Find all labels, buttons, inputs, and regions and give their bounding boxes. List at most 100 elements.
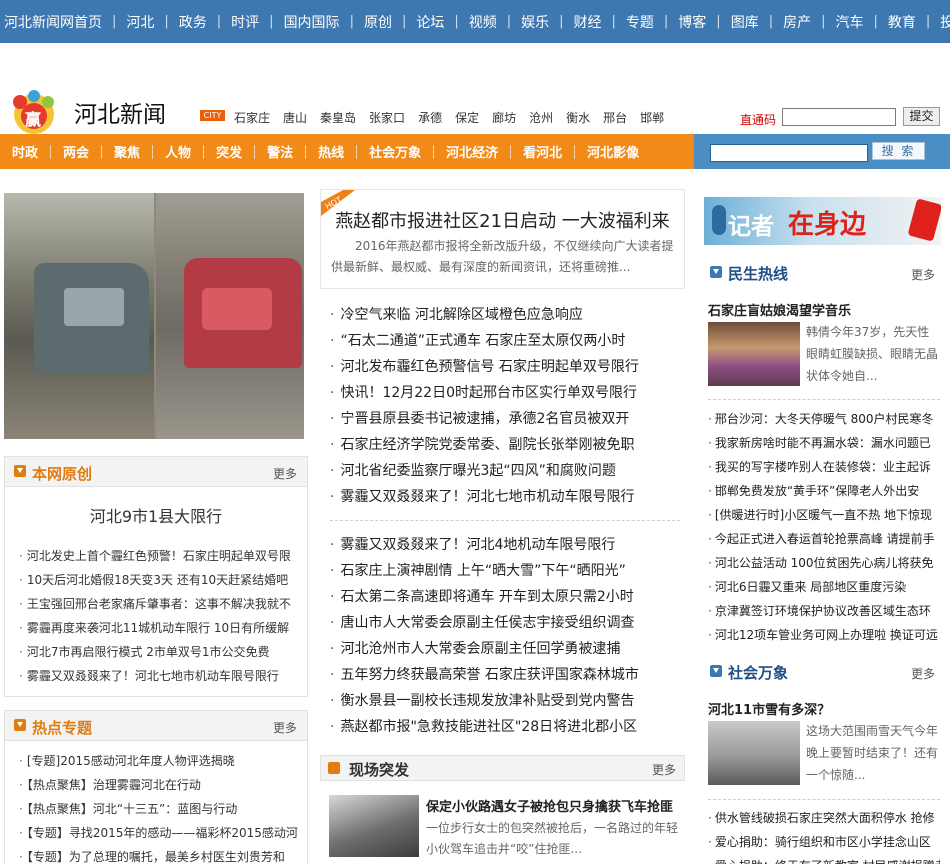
- city-link[interactable]: 衡水: [566, 109, 590, 126]
- main-nav-item[interactable]: 时政: [12, 142, 38, 161]
- list-item[interactable]: 雾霾又双叒叕来了！河北七地市机动车限号限行: [19, 664, 299, 688]
- livelihood-photo[interactable]: [708, 322, 800, 386]
- top-nav-item[interactable]: 图库: [706, 12, 759, 32]
- city-link[interactable]: 张家口: [369, 109, 405, 126]
- news-item[interactable]: 石家庄上演神剧情 上午“晒大雪”下午“晒阳光”: [330, 558, 685, 584]
- main-nav-item[interactable]: 两会: [38, 142, 89, 161]
- top-nav-item[interactable]: 论坛: [392, 12, 444, 32]
- main-nav-item[interactable]: 聚焦: [89, 142, 140, 161]
- city-link[interactable]: 沧州: [529, 109, 553, 126]
- livelihood-title[interactable]: 民生热线: [728, 263, 788, 284]
- list-item[interactable]: 【热点聚焦】治理雾霾河北在行动: [19, 773, 299, 797]
- list-item[interactable]: 爱心捐助：骑行组织和市区小学挂念山区: [708, 830, 940, 854]
- city-link[interactable]: 邯郸: [640, 109, 664, 126]
- reporter-banner[interactable]: 记者 在身边: [704, 197, 941, 245]
- scene-photo[interactable]: [329, 795, 419, 857]
- news-item[interactable]: 河北省纪委监察厅曝光3起“四风”和腐败问题: [330, 458, 685, 484]
- livelihood-story-title[interactable]: 石家庄盲姑娘渴望学音乐: [708, 300, 851, 319]
- news-item[interactable]: 衡水景县一副校长违规发放津补贴受到党内警告: [330, 688, 685, 714]
- original-headline[interactable]: 河北9市1县大限行: [5, 503, 307, 527]
- news-item[interactable]: 河北沧州市人大常委会原副主任回学勇被逮捕: [330, 636, 685, 662]
- original-more-link[interactable]: 更多: [273, 465, 297, 482]
- main-nav-item[interactable]: 河北经济: [421, 142, 498, 161]
- news-item[interactable]: 雾霾又双叒叕来了！河北七地市机动车限号限行: [330, 484, 685, 510]
- main-nav-item[interactable]: 警法: [242, 142, 293, 161]
- main-nav-item[interactable]: 社会万象: [344, 142, 421, 161]
- city-link[interactable]: 保定: [455, 109, 479, 126]
- news-item[interactable]: 快讯！12月22日0时起邢台市区实行单双号限行: [330, 380, 685, 406]
- list-item[interactable]: 爱心捐助：终于有了新教室 村民感谢捐赠者: [708, 854, 940, 864]
- city-link[interactable]: 承德: [418, 109, 442, 126]
- list-item[interactable]: 10天后河北婚假18天变3天 还有10天赶紧结婚吧: [19, 568, 299, 592]
- city-link[interactable]: 唐山: [283, 109, 307, 126]
- livelihood-more-link[interactable]: 更多: [911, 266, 935, 283]
- list-item[interactable]: 雾霾再度来袭河北11城机动车限行 10日有所缓解: [19, 616, 299, 640]
- original-news-title[interactable]: 本网原创: [32, 463, 92, 484]
- main-nav-item[interactable]: 看河北: [498, 142, 562, 161]
- top-nav-item[interactable]: 专题: [602, 12, 654, 32]
- city-link[interactable]: 石家庄: [234, 109, 270, 126]
- list-item[interactable]: 邢台沙河：大冬天停暖气 800户村民寒冬: [708, 407, 940, 431]
- top-nav-item[interactable]: 教育: [863, 12, 916, 32]
- list-item[interactable]: 【专题】为了总理的嘱托，最美乡村医生刘贵芳和: [19, 845, 299, 864]
- list-item[interactable]: 河北7市再启限行模式 2市单双号1市公交免费: [19, 640, 299, 664]
- list-item[interactable]: [专题]2015感动河北年度人物评选揭晓: [19, 749, 299, 773]
- society-story-title[interactable]: 河北11市雪有多深？: [708, 699, 830, 718]
- hot-topics-title[interactable]: 热点专题: [32, 717, 92, 738]
- society-more-link[interactable]: 更多: [911, 665, 935, 682]
- top-nav-item[interactable]: 政务: [154, 12, 207, 32]
- list-item[interactable]: 河北12项车管业务可网上办理啦 换证可远: [708, 623, 940, 647]
- news-item[interactable]: “石太二通道”正式通车 石家庄至太原仅两小时: [330, 328, 685, 354]
- top-nav-item[interactable]: 博客: [654, 12, 706, 32]
- news-item[interactable]: 五年努力终获最高荣誉 石家庄获评国家森林城市: [330, 662, 685, 688]
- main-nav-item[interactable]: 人物: [140, 142, 191, 161]
- top-nav-item[interactable]: 投诉: [916, 12, 950, 32]
- list-item[interactable]: 邯郸免费发放“黄手环”保障老人外出安: [708, 479, 940, 503]
- list-item[interactable]: 我买的写字楼咋别人在装修袋：业主起诉: [708, 455, 940, 479]
- news-item[interactable]: 宁晋县原县委书记被逮捕，承德2名官员被双开: [330, 406, 685, 432]
- scene-title[interactable]: 现场突发: [349, 759, 409, 780]
- code-input[interactable]: [782, 108, 896, 126]
- list-item[interactable]: 王宝强回邢台老家痛斥肇事者：这事不解决我就不: [19, 592, 299, 616]
- list-item[interactable]: 河北发史上首个霾红色预警！石家庄明起单双号限: [19, 544, 299, 568]
- headline-photo[interactable]: [4, 193, 304, 439]
- submit-button[interactable]: 提交: [903, 107, 940, 126]
- news-item[interactable]: 燕赵都市报"急救技能进社区"28日将进北郡小区: [330, 714, 685, 740]
- society-title[interactable]: 社会万象: [728, 662, 788, 683]
- main-nav-item[interactable]: 突发: [191, 142, 242, 161]
- scene-story-title[interactable]: 保定小伙路遇女子被抢包只身擒获飞车抢匪: [426, 796, 673, 815]
- top-nav-item[interactable]: 娱乐: [497, 12, 549, 32]
- search-button[interactable]: 搜 索: [872, 142, 925, 160]
- news-item[interactable]: 河北发布霾红色预警信号 石家庄明起单双号限行: [330, 354, 685, 380]
- top-nav-item[interactable]: 原创: [340, 12, 392, 32]
- top-nav-item[interactable]: 河北: [102, 12, 154, 32]
- search-input[interactable]: [710, 144, 868, 162]
- city-link[interactable]: 邢台: [603, 109, 627, 126]
- list-item[interactable]: [供暖进行时]小区暖气一直不热 地下惊现: [708, 503, 940, 527]
- news-item[interactable]: 唐山市人大常委会原副主任侯志宇接受组织调查: [330, 610, 685, 636]
- top-nav-item[interactable]: 财经: [549, 12, 602, 32]
- news-item[interactable]: 雾霾又双叒叕来了！河北4地机动车限号限行: [330, 532, 685, 558]
- hot-topics-more-link[interactable]: 更多: [273, 719, 297, 736]
- news-item[interactable]: 石家庄经济学院党委常委、副院长张举刚被免职: [330, 432, 685, 458]
- top-nav-item[interactable]: 河北新闻网首页: [4, 12, 102, 32]
- main-nav-item[interactable]: 河北影像: [562, 142, 639, 161]
- top-nav-item[interactable]: 国内国际: [259, 12, 340, 32]
- top-nav-item[interactable]: 时评: [207, 12, 259, 32]
- society-photo[interactable]: [708, 721, 800, 785]
- city-link[interactable]: 廊坊: [492, 109, 516, 126]
- city-link[interactable]: 秦皇岛: [320, 109, 356, 126]
- list-item[interactable]: 今起正式进入春运首轮抢票高峰 请提前手: [708, 527, 940, 551]
- top-nav-item[interactable]: 汽车: [811, 12, 863, 32]
- scene-more-link[interactable]: 更多: [652, 761, 676, 778]
- feature-headline[interactable]: 燕赵都市报进社区21日启动 一大波福利来: [321, 207, 684, 233]
- news-item[interactable]: 冷空气来临 河北解除区域橙色应急响应: [330, 302, 685, 328]
- list-item[interactable]: 我家新房啥时能不再漏水袋：漏水问题已: [708, 431, 940, 455]
- list-item[interactable]: 供水管线破损石家庄突然大面积停水 抢修: [708, 806, 940, 830]
- list-item[interactable]: 京津冀签订环境保护协议改善区域生态环: [708, 599, 940, 623]
- list-item[interactable]: 【专题】寻找2015年的感动——福彩杯2015感动河: [19, 821, 299, 845]
- top-nav-item[interactable]: 视频: [444, 12, 497, 32]
- list-item[interactable]: 河北6日霾又重来 局部地区重度污染: [708, 575, 940, 599]
- news-item[interactable]: 石太第二条高速即将通车 开车到太原只需2小时: [330, 584, 685, 610]
- site-logo[interactable]: 赢 河北新闻: [4, 88, 182, 136]
